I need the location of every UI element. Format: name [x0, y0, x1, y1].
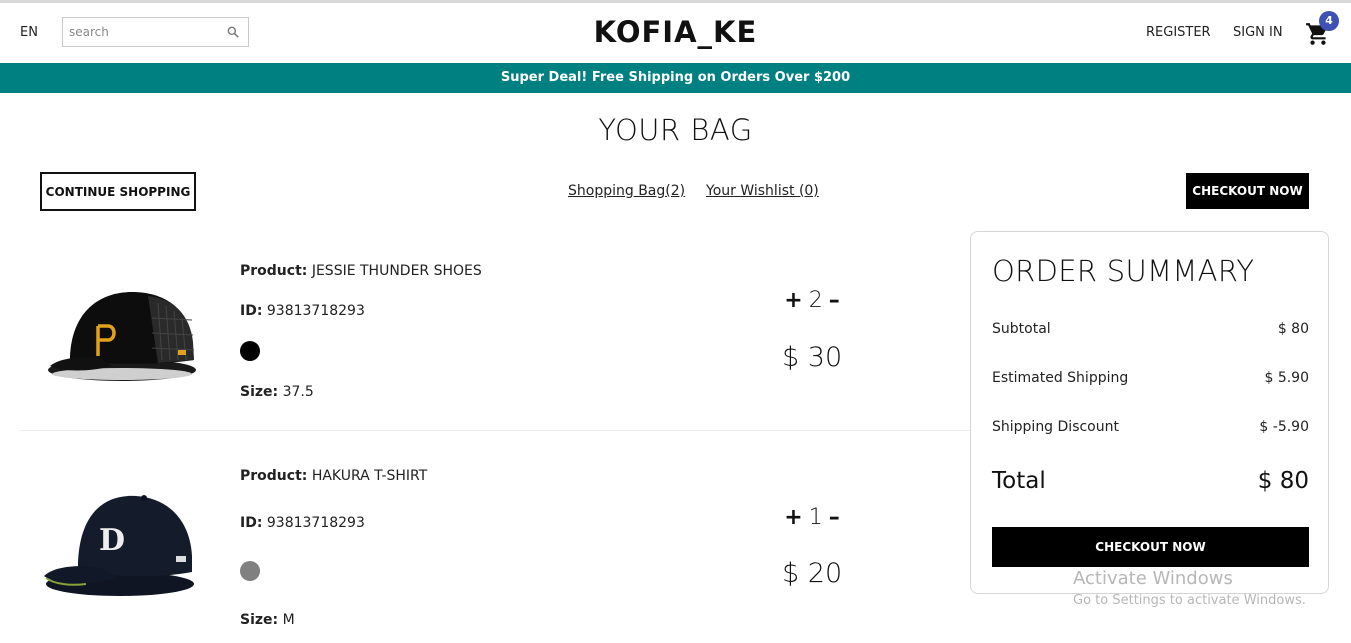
shipping-value: $ 5.90 [1264, 370, 1309, 386]
product-id: 93813718293 [266, 303, 365, 319]
product-size: 37.5 [282, 384, 314, 400]
order-summary-panel: ORDER SUMMARY Subtotal $ 80 Estimated Sh… [970, 231, 1329, 594]
product-name: JESSIE THUNDER SHOES [311, 263, 482, 279]
discount-value: $ -5.90 [1259, 419, 1309, 435]
windows-activation-watermark-title: Activate Windows [1073, 568, 1233, 589]
tab-wishlist[interactable]: Your Wishlist (0) [706, 183, 819, 199]
product-name-line: Product: JESSIE THUNDER SHOES [240, 263, 482, 279]
product-id-line: ID: 93813718293 [240, 515, 365, 531]
product-name-line: Product: HAKURA T-SHIRT [240, 468, 428, 484]
product-size-line: Size: 37.5 [240, 384, 314, 400]
total-value: $ 80 [1257, 468, 1309, 494]
decrease-quantity-button[interactable]: – [829, 288, 840, 313]
quantity-value: 2 [808, 288, 823, 313]
increase-quantity-button[interactable]: + [784, 505, 802, 530]
svg-text:D: D [99, 523, 125, 558]
subtotal-row: Subtotal $ 80 [992, 321, 1309, 337]
product-color-swatch [240, 561, 260, 581]
product-color-swatch [240, 341, 260, 361]
navy-fitted-cap-icon: D [44, 495, 194, 596]
product-size: M [282, 612, 295, 628]
register-link[interactable]: REGISTER [1146, 25, 1211, 40]
quantity-stepper: +1– [780, 505, 844, 530]
product-id: 93813718293 [266, 515, 365, 531]
discount-label: Shipping Discount [992, 419, 1119, 435]
product-id-line: ID: 93813718293 [240, 303, 365, 319]
quantity-stepper: +2– [780, 288, 844, 313]
increase-quantity-button[interactable]: + [784, 288, 802, 313]
order-summary-title: ORDER SUMMARY [992, 254, 1255, 288]
product-price: $ 30 [782, 342, 843, 373]
checkout-now-button-summary[interactable]: CHECKOUT NOW [992, 527, 1309, 567]
black-trucker-cap-icon [48, 292, 196, 381]
decrease-quantity-button[interactable]: – [829, 505, 840, 530]
cart-item: D Product: HAKURA T-SHIRT ID: 9381371829… [20, 440, 970, 643]
continue-shopping-button[interactable]: CONTINUE SHOPPING [40, 172, 196, 211]
announcement-bar: Super Deal! Free Shipping on Orders Over… [0, 63, 1351, 93]
tab-shopping-bag[interactable]: Shopping Bag(2) [568, 183, 685, 199]
cart-item: Product: JESSIE THUNDER SHOES ID: 938137… [20, 238, 970, 431]
quantity-value: 1 [808, 505, 823, 530]
subtotal-value: $ 80 [1277, 321, 1309, 337]
discount-row: Shipping Discount $ -5.90 [992, 419, 1309, 435]
navbar: EN KOFIA_KE REGISTER SIGN IN 4 [0, 3, 1351, 63]
product-price: $ 20 [782, 558, 843, 589]
sign-in-link[interactable]: SIGN IN [1233, 25, 1283, 40]
shipping-row: Estimated Shipping $ 5.90 [992, 370, 1309, 386]
total-row: Total $ 80 [992, 468, 1309, 494]
product-name: HAKURA T-SHIRT [311, 468, 428, 484]
product-size-line: Size: M [240, 612, 295, 628]
subtotal-label: Subtotal [992, 321, 1051, 337]
total-label: Total [992, 468, 1046, 494]
checkout-now-button-top[interactable]: CHECKOUT NOW [1186, 173, 1309, 209]
cart-count-badge: 4 [1319, 11, 1339, 31]
page-title: YOUR BAG [598, 113, 753, 147]
windows-activation-watermark-text: Go to Settings to activate Windows. [1073, 593, 1306, 608]
shipping-label: Estimated Shipping [992, 370, 1129, 386]
